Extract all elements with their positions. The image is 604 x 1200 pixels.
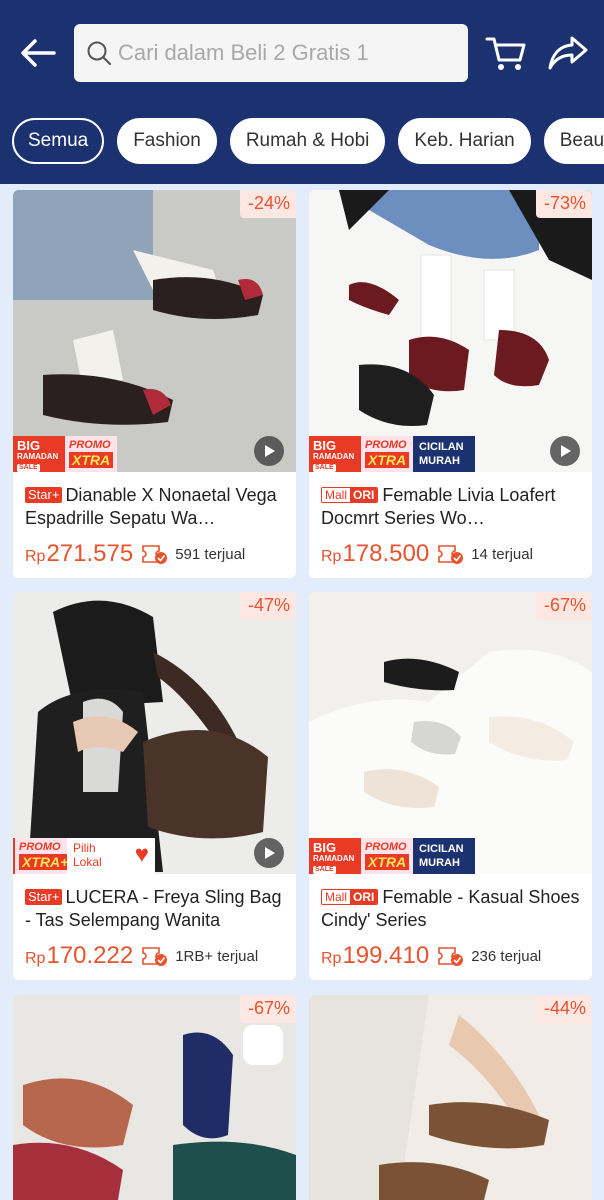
promo-xtra-plus-badge: PROMO XTRA+	[13, 838, 72, 874]
discount-badge: -44%	[535, 995, 592, 1023]
product-info: Star+ LUCERA - Freya Sling Bag - Tas Sele…	[13, 874, 296, 970]
product-card[interactable]: -67%	[13, 995, 296, 1200]
star-plus-badge: Star+	[25, 487, 63, 503]
big-ramadan-sale-badge: BIG RAMADAN SALE	[309, 838, 359, 874]
price-row: Rp 170.222 1RB+ terjual	[25, 942, 284, 970]
product-info: Star+ Dianable X Nonaetal Vega Espadrille…	[13, 472, 296, 568]
pilih-lokal-badge: Pilih Lokal ♥	[67, 838, 155, 874]
product-title: Mall ORI Femable Livia Loafert Docmrt Seri…	[321, 485, 556, 528]
star-plus-badge: Star+	[25, 889, 63, 905]
chip-fashion[interactable]: Fashion	[117, 118, 217, 164]
cart-button[interactable]	[484, 32, 528, 74]
product-info: Mall ORI Femable - Kasual Shoes Cindy' Ser…	[309, 874, 592, 970]
search-icon	[86, 39, 114, 67]
big-ramadan-sale-badge: BIG RAMADAN SALE	[309, 436, 359, 472]
price-row: Rp 199.410 236 terjual	[321, 942, 580, 970]
voucher-icon	[438, 545, 464, 564]
product-price: 271.575	[46, 540, 134, 567]
chip-beauty[interactable]: Beauty	[543, 118, 604, 164]
search-placeholder: Cari dalam Beli 2 Gratis 1	[118, 40, 369, 65]
promo-xtra-badge: PROMO XTRA	[63, 436, 117, 472]
cicilan-murah-badge: CICILAN MURAH	[413, 436, 475, 472]
product-image: -47% PROMO XTRA+ Pilih Lokal ♥	[13, 592, 296, 874]
discount-badge: -24%	[239, 190, 296, 218]
category-chips: Semua Fashion Rumah & Hobi Keb. Harian B…	[12, 118, 604, 166]
price-row: Rp 178.500 14 terjual	[321, 540, 580, 568]
discount-badge: -67%	[239, 995, 296, 1023]
play-video-button[interactable]	[254, 838, 284, 868]
discount-badge: -47%	[239, 592, 296, 620]
mall-ori-badge: Mall ORI	[321, 889, 379, 905]
big-ramadan-sale-badge: BIG RAMADAN SALE	[13, 436, 63, 472]
product-card[interactable]: -73% BIG RAMADAN SALE PROMO XTRA CICILAN MUR…	[309, 190, 592, 578]
play-video-button[interactable]	[550, 436, 580, 466]
currency: Rp	[321, 950, 342, 967]
currency: Rp	[25, 950, 46, 967]
product-card[interactable]: -67% BIG RAMADAN SALE PROMO XTRA CICILAN MUR…	[309, 592, 592, 980]
currency: Rp	[321, 548, 342, 565]
sold-count: 236 terjual	[471, 947, 542, 965]
product-card[interactable]: -47% PROMO XTRA+ Pilih Lokal ♥ Star+ LUCERA…	[13, 592, 296, 980]
product-price: 178.500	[342, 540, 430, 567]
share-button[interactable]	[546, 32, 590, 74]
chip-semua[interactable]: Semua	[12, 118, 105, 164]
back-button[interactable]	[18, 33, 58, 73]
product-image: -67% BIG RAMADAN SALE PROMO XTRA CICILAN MUR…	[309, 592, 592, 874]
product-image: -44%	[309, 995, 592, 1200]
search-input[interactable]: Cari dalam Beli 2 Gratis 1	[74, 24, 468, 82]
product-image: -24% BIG RAMADAN SALE PROMO XTRA	[13, 190, 296, 472]
promo-badges: PROMO XTRA+ Pilih Lokal ♥	[13, 838, 155, 874]
product-card[interactable]: -24% BIG RAMADAN SALE PROMO XTRA Star+ Diana…	[13, 190, 296, 578]
product-title: Mall ORI Femable - Kasual Shoes Cindy' Ser…	[321, 887, 580, 930]
price-row: Rp 271.575 591 terjual	[25, 540, 284, 568]
play-icon	[561, 445, 571, 457]
share-icon	[548, 36, 588, 70]
cicilan-murah-badge: CICILAN MURAH	[413, 838, 475, 874]
product-info: Mall ORI Femable Livia Loafert Docmrt Seri…	[309, 472, 592, 568]
voucher-icon	[142, 545, 168, 564]
voucher-icon	[438, 947, 464, 966]
mall-ori-badge: Mall ORI	[321, 487, 379, 503]
promo-badges: BIG RAMADAN SALE PROMO XTRA	[13, 436, 117, 472]
play-video-button[interactable]	[254, 436, 284, 466]
product-card[interactable]: -44%	[309, 995, 592, 1200]
sold-count: 14 terjual	[471, 545, 533, 563]
chip-rumah-hobi[interactable]: Rumah & Hobi	[229, 118, 386, 164]
product-price: 199.410	[342, 942, 430, 969]
arrow-left-icon	[21, 39, 56, 67]
promo-xtra-badge: PROMO XTRA	[359, 838, 413, 874]
sold-count: 1RB+ terjual	[175, 947, 259, 965]
product-title: Star+ LUCERA - Freya Sling Bag - Tas Sele…	[25, 887, 282, 930]
sold-count: 591 terjual	[175, 545, 246, 563]
top-header: Cari dalam Beli 2 Gratis 1 Semua Fashion…	[0, 0, 604, 184]
product-image: -73% BIG RAMADAN SALE PROMO XTRA CICILAN MUR…	[309, 190, 592, 472]
promo-badges: BIG RAMADAN SALE PROMO XTRA CICILAN MURAH	[309, 838, 475, 874]
product-image: -67%	[13, 995, 296, 1200]
promo-badges: BIG RAMADAN SALE PROMO XTRA CICILAN MURAH	[309, 436, 475, 472]
voucher-icon	[142, 947, 168, 966]
discount-badge: -73%	[535, 190, 592, 218]
play-icon	[265, 445, 275, 457]
heart-icon: ♥	[134, 841, 149, 868]
chip-keb-harian[interactable]: Keb. Harian	[398, 118, 531, 164]
currency: Rp	[25, 548, 46, 565]
play-icon	[265, 847, 275, 859]
cart-icon	[485, 37, 526, 70]
product-price: 170.222	[46, 942, 134, 969]
product-title: Star+ Dianable X Nonaetal Vega Espadrille…	[25, 485, 277, 528]
promo-xtra-badge: PROMO XTRA	[359, 436, 413, 472]
discount-badge: -67%	[535, 592, 592, 620]
